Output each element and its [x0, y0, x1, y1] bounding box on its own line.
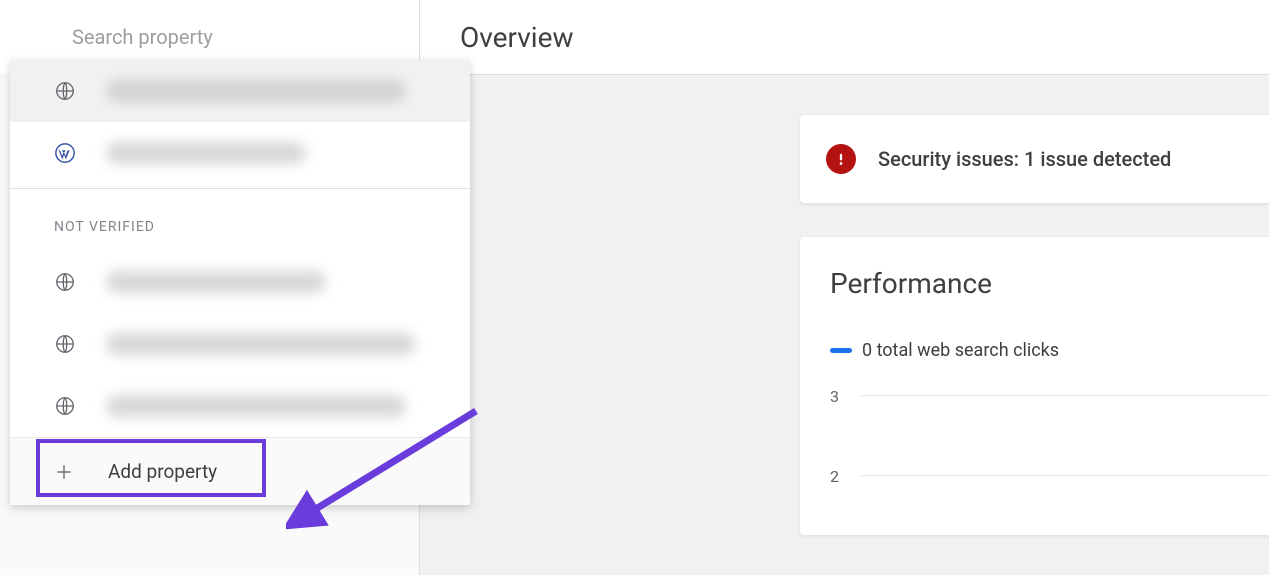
globe-icon	[54, 271, 76, 293]
add-property-label: Add property	[108, 460, 217, 483]
chart-gridline	[860, 475, 1269, 476]
property-dropdown-panel: NOT VERIFIED	[10, 60, 470, 505]
add-property-button[interactable]: Add property	[10, 437, 470, 505]
property-label-blurred	[106, 395, 406, 417]
property-label-blurred	[106, 271, 326, 293]
property-label-blurred	[106, 80, 406, 102]
y-tick-label: 2	[830, 467, 839, 486]
main-content-area: Overview Security issues: 1 issue detect…	[420, 0, 1269, 575]
y-tick-label: 3	[830, 387, 839, 406]
main-header: Overview	[420, 0, 1269, 74]
legend-text: 0 total web search clicks	[862, 340, 1059, 361]
plus-icon	[54, 462, 74, 482]
security-alert-card[interactable]: Security issues: 1 issue detected	[800, 115, 1269, 203]
property-item[interactable]	[10, 375, 470, 437]
verified-property-list	[10, 60, 470, 184]
security-alert-text: Security issues: 1 issue detected	[878, 147, 1171, 171]
property-item[interactable]	[10, 313, 470, 375]
performance-title: Performance	[830, 267, 1269, 300]
property-item[interactable]	[10, 251, 470, 313]
main-content: Security issues: 1 issue detected Perfor…	[420, 74, 1269, 575]
property-label-blurred	[106, 142, 306, 164]
chart-gridline	[860, 395, 1269, 396]
globe-icon	[54, 395, 76, 417]
alert-icon	[826, 144, 856, 174]
globe-icon	[54, 80, 76, 102]
property-label-blurred	[106, 333, 416, 355]
property-item[interactable]	[10, 60, 470, 122]
search-placeholder: Search property	[0, 25, 213, 49]
divider	[10, 188, 470, 189]
performance-chart: 3 2	[830, 395, 1269, 515]
performance-legend: 0 total web search clicks	[830, 340, 1269, 361]
property-item[interactable]	[10, 122, 470, 184]
not-verified-property-list	[10, 251, 470, 437]
wordpress-icon	[54, 142, 76, 164]
page-title: Overview	[460, 21, 574, 54]
legend-swatch	[830, 348, 852, 353]
not-verified-label: NOT VERIFIED	[10, 193, 470, 251]
performance-card: Performance 0 total web search clicks 3 …	[800, 237, 1269, 535]
globe-icon	[54, 333, 76, 355]
